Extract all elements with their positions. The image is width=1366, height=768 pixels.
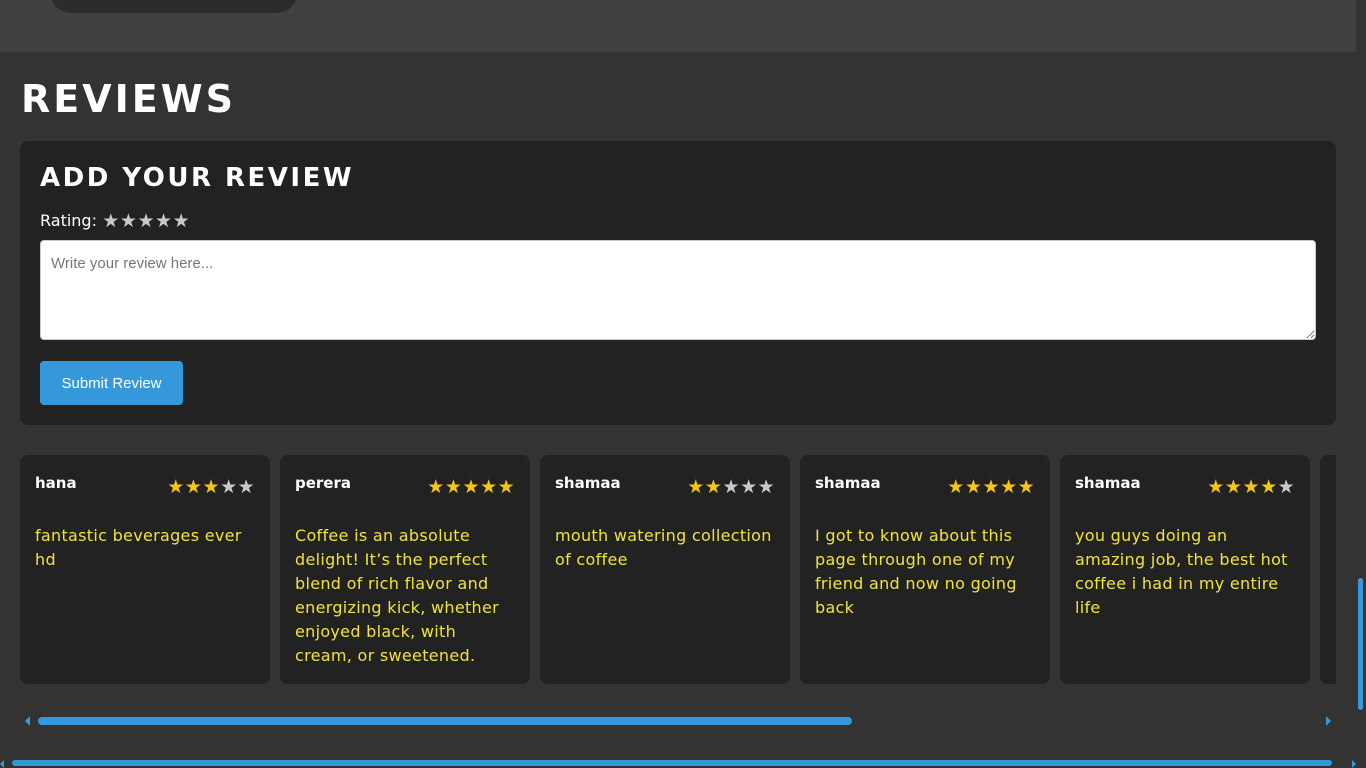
star-icon: ★: [964, 476, 982, 498]
review-card: [1320, 455, 1336, 684]
review-textarea[interactable]: [40, 240, 1316, 340]
reviews-scrollbar-thumb[interactable]: [38, 717, 852, 725]
review-text: mouth watering collection of coffee: [555, 526, 772, 569]
submit-review-button[interactable]: Submit Review: [40, 361, 183, 405]
reviewer-name: shamaa: [815, 474, 881, 492]
star-icon[interactable]: ★: [137, 210, 155, 232]
reviewer-name: perera: [295, 474, 352, 492]
review-card: shamaa ★ ★ ★ ★ ★ you guys doing an amazing job…: [1060, 455, 1310, 684]
star-icon[interactable]: ★: [155, 210, 173, 232]
star-icon: ★: [982, 476, 1000, 498]
reviews-carousel[interactable]: hana ★ ★ ★ ★ ★ fantastic beverages ever hd pere…: [20, 455, 1336, 685]
review-card-header: shamaa ★ ★ ★ ★ ★: [815, 473, 1035, 499]
page-title: REVIEWS: [21, 77, 237, 121]
review-rating: ★ ★ ★ ★ ★: [947, 475, 1035, 499]
review-rating: ★ ★ ★ ★ ★: [167, 475, 255, 499]
page-scroll-right-icon[interactable]: [1352, 760, 1356, 768]
rating-label: Rating:: [40, 211, 97, 230]
star-icon: ★: [202, 476, 220, 498]
page-horizontal-scrollbar[interactable]: [0, 760, 1356, 768]
review-card: hana ★ ★ ★ ★ ★ fantastic beverages ever hd: [20, 455, 270, 684]
chevron-right-icon[interactable]: [1326, 716, 1331, 726]
star-icon[interactable]: ★: [172, 210, 190, 232]
page-vertical-scrollbar[interactable]: [1356, 0, 1366, 768]
add-review-panel: ADD YOUR REVIEW Rating: ★★★★★ Submit Rev…: [20, 141, 1336, 425]
star-icon: ★: [757, 476, 775, 498]
reviewer-name: shamaa: [1075, 474, 1141, 492]
star-icon[interactable]: ★: [102, 210, 120, 232]
star-icon: ★: [704, 476, 722, 498]
rating-star-input: ★ ★ ★ ★ ★: [102, 210, 190, 232]
star-icon: ★: [184, 476, 202, 498]
reviews-section: REVIEWS ADD YOUR REVIEW Rating: ★★★★★ Su…: [0, 52, 1356, 768]
star-icon: ★: [480, 476, 498, 498]
top-strip: [0, 0, 1356, 52]
review-text: you guys doing an amazing job, the best …: [1075, 526, 1288, 617]
chevron-left-icon[interactable]: [25, 716, 30, 726]
review-card: shamaa ★ ★ ★ ★ ★ mouth watering collection of …: [540, 455, 790, 684]
page-scroll-left-icon[interactable]: [0, 760, 4, 768]
review-card: shamaa ★ ★ ★ ★ ★ I got to know about this page…: [800, 455, 1050, 684]
star-icon: ★: [722, 476, 740, 498]
star-icon: ★: [462, 476, 480, 498]
reviews-track: hana ★ ★ ★ ★ ★ fantastic beverages ever hd pere…: [20, 455, 1336, 684]
star-icon[interactable]: ★: [120, 210, 138, 232]
star-icon: ★: [687, 476, 705, 498]
top-pill-element: [50, 0, 298, 13]
review-card-header: shamaa ★ ★ ★ ★ ★: [555, 473, 775, 499]
star-icon: ★: [1207, 476, 1225, 498]
review-rating: ★ ★ ★ ★ ★: [427, 475, 515, 499]
review-text: I got to know about this page through on…: [815, 526, 1017, 617]
star-icon: ★: [1242, 476, 1260, 498]
rating-row: Rating: ★ ★ ★ ★ ★: [40, 210, 190, 232]
review-text: Coffee is an absolute delight! It’s the …: [295, 526, 500, 665]
reviewer-name: shamaa: [555, 474, 621, 492]
review-rating: ★ ★ ★ ★ ★: [687, 475, 775, 499]
reviews-scrollbar[interactable]: [20, 712, 1336, 730]
page-vertical-scrollbar-thumb[interactable]: [1358, 578, 1363, 710]
star-icon: ★: [1000, 476, 1018, 498]
star-icon: ★: [947, 476, 965, 498]
star-icon: ★: [740, 476, 758, 498]
review-card-header: hana ★ ★ ★ ★ ★: [35, 473, 255, 499]
review-text: fantastic beverages ever hd: [35, 526, 242, 569]
review-rating: ★ ★ ★ ★ ★: [1207, 475, 1295, 499]
review-card-header: perera ★ ★ ★ ★ ★: [295, 473, 515, 499]
page-horizontal-scrollbar-thumb[interactable]: [12, 760, 1332, 766]
star-icon: ★: [497, 476, 515, 498]
star-icon: ★: [1277, 476, 1295, 498]
star-icon: ★: [1017, 476, 1035, 498]
reviewer-name: hana: [35, 474, 77, 492]
review-card: perera ★ ★ ★ ★ ★ Coffee is an absolute delight…: [280, 455, 530, 684]
page: REVIEWS ADD YOUR REVIEW Rating: ★★★★★ Su…: [0, 0, 1366, 768]
star-icon: ★: [427, 476, 445, 498]
star-icon: ★: [444, 476, 462, 498]
star-icon: ★: [167, 476, 185, 498]
star-icon: ★: [1224, 476, 1242, 498]
star-icon: ★: [1260, 476, 1278, 498]
star-icon: ★: [220, 476, 238, 498]
star-icon: ★: [237, 476, 255, 498]
review-card-header: shamaa ★ ★ ★ ★ ★: [1075, 473, 1295, 499]
add-review-title: ADD YOUR REVIEW: [40, 163, 355, 193]
